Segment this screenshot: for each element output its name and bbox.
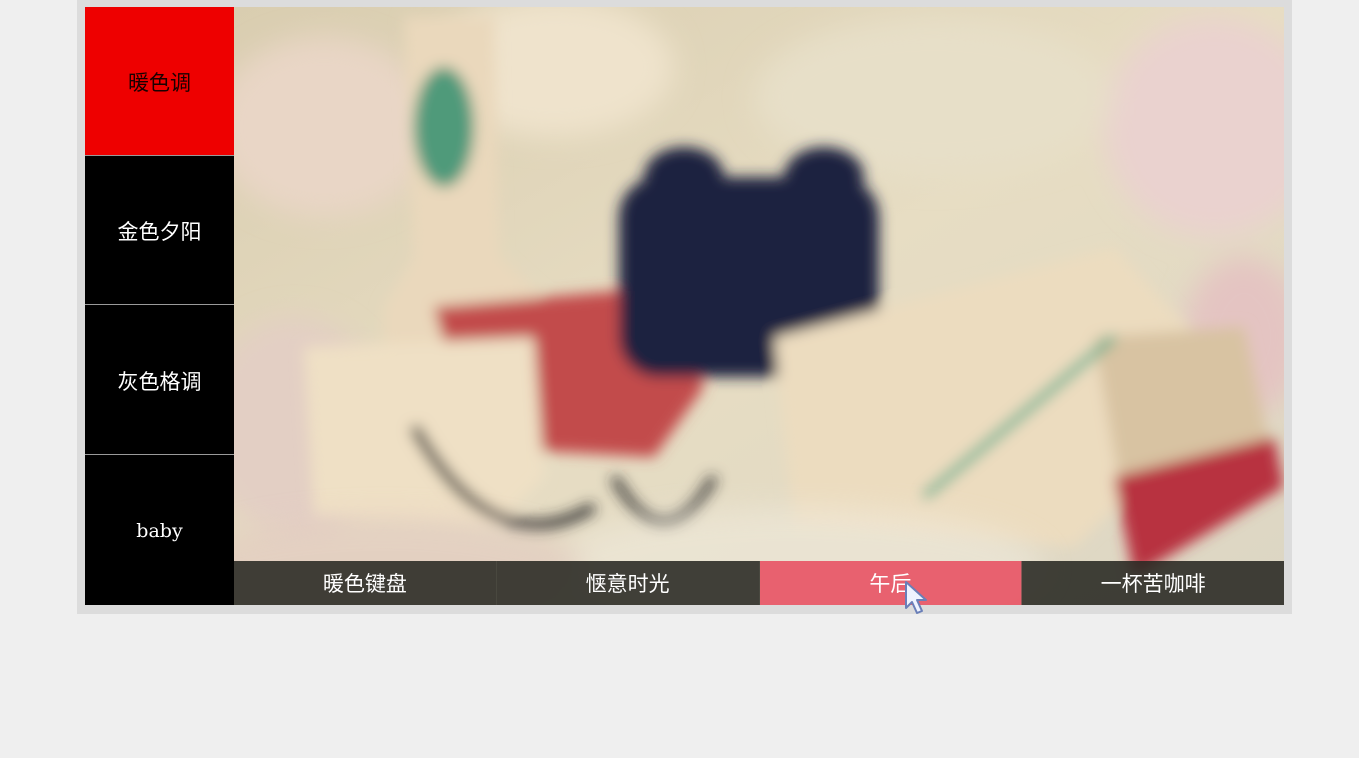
menu-item-label: baby: [136, 519, 183, 542]
menu-item-label: 暖色调: [128, 70, 191, 95]
blurred-still-life-image: [234, 7, 1284, 605]
menu-divider: [85, 304, 234, 305]
menu-divider: [85, 454, 234, 455]
menu-item-label: 金色夕阳: [117, 219, 202, 244]
caption-afternoon[interactable]: 午后: [759, 561, 1023, 605]
category-menu: 暖色调 金色夕阳 灰色格调 baby: [85, 7, 234, 605]
caption-bitter-coffee[interactable]: 一杯苦咖啡: [1022, 561, 1284, 605]
menu-item-golden-sunset[interactable]: 金色夕阳: [85, 156, 234, 305]
menu-item-baby[interactable]: baby: [85, 456, 234, 605]
caption-warm-keyboard[interactable]: 暖色键盘: [234, 561, 497, 605]
menu-item-gray-tone[interactable]: 灰色格调: [85, 306, 234, 455]
menu-item-label: 灰色格调: [117, 369, 202, 394]
slide-image: 暖色键盘 惬意时光 午后 一杯苦咖啡: [234, 7, 1284, 605]
caption-leisure-time[interactable]: 惬意时光: [496, 561, 760, 605]
menu-item-warm-tone[interactable]: 暖色调: [85, 7, 234, 156]
caption-bar: 暖色键盘 惬意时光 午后 一杯苦咖啡: [234, 561, 1284, 605]
